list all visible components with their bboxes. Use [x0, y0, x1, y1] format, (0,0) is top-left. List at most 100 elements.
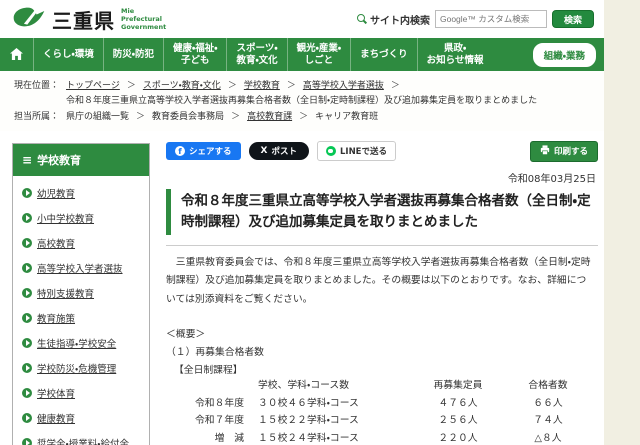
chevron-right-icon — [22, 388, 32, 398]
chevron-right-icon — [22, 288, 32, 298]
search-button[interactable]: 検索 — [552, 10, 594, 28]
breadcrumb-current-page: 令和８年度三重県立高等学校入学者選抜再募集合格者数（全日制・定時制課程）及び追加… — [14, 94, 592, 109]
table-cell: ２２０人 — [410, 431, 506, 445]
breadcrumb-dept-link[interactable]: 高校教育課 — [247, 110, 292, 125]
breadcrumb-link[interactable]: スポーツ・教育・文化 — [143, 79, 221, 94]
search-input[interactable] — [435, 10, 547, 28]
sidebar-item[interactable]: 奨学金・授業料・給付金 — [22, 436, 141, 445]
nav-item[interactable]: 防災・防犯 — [104, 38, 164, 71]
facebook-icon: f — [175, 146, 185, 156]
sidebar-item[interactable]: 特別支援教育 — [22, 286, 141, 300]
chevron-right-icon — [22, 438, 32, 445]
page-title: 令和８年度三重県立高等学校入学者選抜再募集合格者数（全日制・定時制課程）及び追加… — [166, 189, 598, 235]
chevron-right-icon — [22, 263, 32, 273]
breadcrumb-label: 現在位置： — [14, 79, 59, 94]
nav-item[interactable]: くらし・環境 — [34, 38, 104, 71]
breadcrumb-separator: ＞ — [231, 110, 240, 125]
breadcrumb-link[interactable]: トップページ — [66, 79, 120, 94]
overview-heading: ＜概要＞ — [166, 326, 598, 340]
chevron-right-icon — [22, 188, 32, 198]
content-area: ≡ 学校教育 幼児教育 小中学校教育 高校教育 高等学校入学者選抜 — [0, 131, 604, 445]
menu-icon: ≡ — [22, 154, 32, 166]
chevron-right-icon — [22, 413, 32, 423]
nav-org-button[interactable]: 組織・業務 — [533, 43, 596, 67]
breadcrumb-department-row: 担当所属： 県庁の組織一覧 ＞ 教育委員会事務局 ＞ 高校教育課 ＞ キャリア教… — [14, 110, 592, 125]
breadcrumb-dept-link[interactable]: 教育委員会事務局 — [152, 110, 224, 125]
table-header-cell: 再募集定員 — [410, 378, 506, 396]
facebook-share-button[interactable]: f シェアする — [166, 142, 241, 160]
table-cell: 増 減 — [180, 431, 258, 445]
nav-home-button[interactable] — [0, 38, 34, 71]
breadcrumb-separator: ＞ — [391, 79, 400, 94]
printer-icon — [540, 145, 550, 158]
print-button[interactable]: 印刷する — [530, 141, 598, 162]
line-share-button[interactable]: LINEで送る — [317, 141, 396, 161]
table-cell: ３０校４６学科・コース — [258, 395, 410, 413]
breadcrumb-link[interactable]: 高等学校入学者選抜 — [303, 79, 384, 94]
table-cell: ７４人 — [506, 413, 590, 431]
table-header-cell: 合格者数 — [506, 378, 590, 396]
nav-item[interactable]: まちづくり — [351, 38, 418, 71]
breadcrumb: 現在位置： トップページ ＞ スポーツ・教育・文化 ＞ 学校教育 ＞ 高等学校入… — [0, 71, 604, 131]
breadcrumb-separator: ＞ — [287, 79, 296, 94]
chevron-right-icon — [22, 313, 32, 323]
table-cell: １５校２４学科・コース — [258, 431, 410, 445]
table-cell: ２５６人 — [410, 413, 506, 431]
home-icon — [10, 45, 23, 64]
global-nav: くらし・環境 防災・防犯 健康・福祉・ 子ども スポーツ・ 教育・文化 観光・産… — [0, 38, 604, 71]
breadcrumb-link[interactable]: 学校教育 — [244, 79, 280, 94]
table-row: 令和７年度 １５校２２学科・コース ２５６人 ７４人 — [180, 413, 590, 431]
table-corner-cell — [180, 378, 258, 396]
breadcrumb-separator: ＞ — [127, 79, 136, 94]
x-icon: X — [261, 146, 268, 156]
fulltime-results-table: 学校、学科・コース数 再募集定員 合格者数 令和８年度 ３０校４６学科・コース … — [180, 378, 590, 445]
site-header: 三重県 Mie Prefectural Government サイト内検索 検索 — [0, 0, 604, 38]
breadcrumb-dept-link[interactable]: 県庁の組織一覧 — [66, 110, 129, 125]
site-logo[interactable]: 三重県 Mie Prefectural Government — [12, 5, 166, 34]
site-subtitle: Mie Prefectural Government — [121, 7, 166, 31]
search-label: サイト内検索 — [357, 12, 430, 27]
chevron-right-icon — [22, 338, 32, 348]
site-title: 三重県 — [52, 5, 115, 34]
table-header-cell: 学校、学科・コース数 — [258, 378, 410, 396]
publish-date: 令和08年03月25日 — [166, 170, 596, 185]
table-cell: ６６人 — [506, 395, 590, 413]
nav-item[interactable]: 健康・福祉・ 子ども — [164, 38, 227, 71]
section-heading: （１）再募集合格者数 — [166, 344, 598, 358]
sidebar-item[interactable]: 小中学校教育 — [22, 211, 141, 225]
nav-item[interactable]: スポーツ・ 教育・文化 — [227, 38, 287, 71]
breadcrumb-dept-link[interactable]: キャリア教育班 — [315, 110, 378, 125]
chevron-right-icon — [22, 363, 32, 373]
table-row: 令和８年度 ３０校４６学科・コース ４７６人 ６６人 — [180, 395, 590, 413]
breadcrumb-location-row: 現在位置： トップページ ＞ スポーツ・教育・文化 ＞ 学校教育 ＞ 高等学校入… — [14, 79, 592, 94]
sidebar-list: 幼児教育 小中学校教育 高校教育 高等学校入学者選抜 特別支援教育 教育施策 — [13, 176, 149, 445]
sidebar-item[interactable]: 高校教育 — [22, 236, 141, 250]
sidebar-item[interactable]: 高等学校入学者選抜 — [22, 261, 141, 275]
x-post-button[interactable]: X ポスト — [249, 142, 309, 160]
table-cell: △８人 — [506, 431, 590, 445]
site-search: サイト内検索 検索 — [357, 10, 594, 28]
sidebar-title: 学校教育 — [37, 152, 81, 168]
breadcrumb-separator: ＞ — [299, 110, 308, 125]
page: 三重県 Mie Prefectural Government サイト内検索 検索… — [0, 0, 604, 445]
table-cell: 令和８年度 — [180, 395, 258, 413]
sidebar-item[interactable]: 健康教育 — [22, 411, 141, 425]
sidebar-item[interactable]: 幼児教育 — [22, 186, 141, 200]
table-cell: １５校２２学科・コース — [258, 413, 410, 431]
search-icon — [357, 14, 367, 24]
table-cell: ４７６人 — [410, 395, 506, 413]
chevron-right-icon — [22, 238, 32, 248]
mie-logo-icon — [12, 5, 46, 33]
share-row: f シェアする X ポスト LINEで送る — [166, 141, 598, 162]
breadcrumb-dept-label: 担当所属： — [14, 110, 59, 125]
nav-item[interactable]: 県政・ お知らせ情報 — [418, 38, 493, 71]
table-header-row: 学校、学科・コース数 再募集定員 合格者数 — [180, 378, 590, 396]
sidebar-header[interactable]: ≡ 学校教育 — [13, 144, 149, 176]
nav-item[interactable]: 観光・産業・ しごと — [288, 38, 351, 71]
sidebar-item[interactable]: 学校防災・危機管理 — [22, 361, 141, 375]
sidebar-item[interactable]: 学校体育 — [22, 386, 141, 400]
sidebar-item[interactable]: 生徒指導・学校安全 — [22, 336, 141, 350]
sidebar-item[interactable]: 教育施策 — [22, 311, 141, 325]
breadcrumb-separator: ＞ — [228, 79, 237, 94]
table-cell: 令和７年度 — [180, 413, 258, 431]
